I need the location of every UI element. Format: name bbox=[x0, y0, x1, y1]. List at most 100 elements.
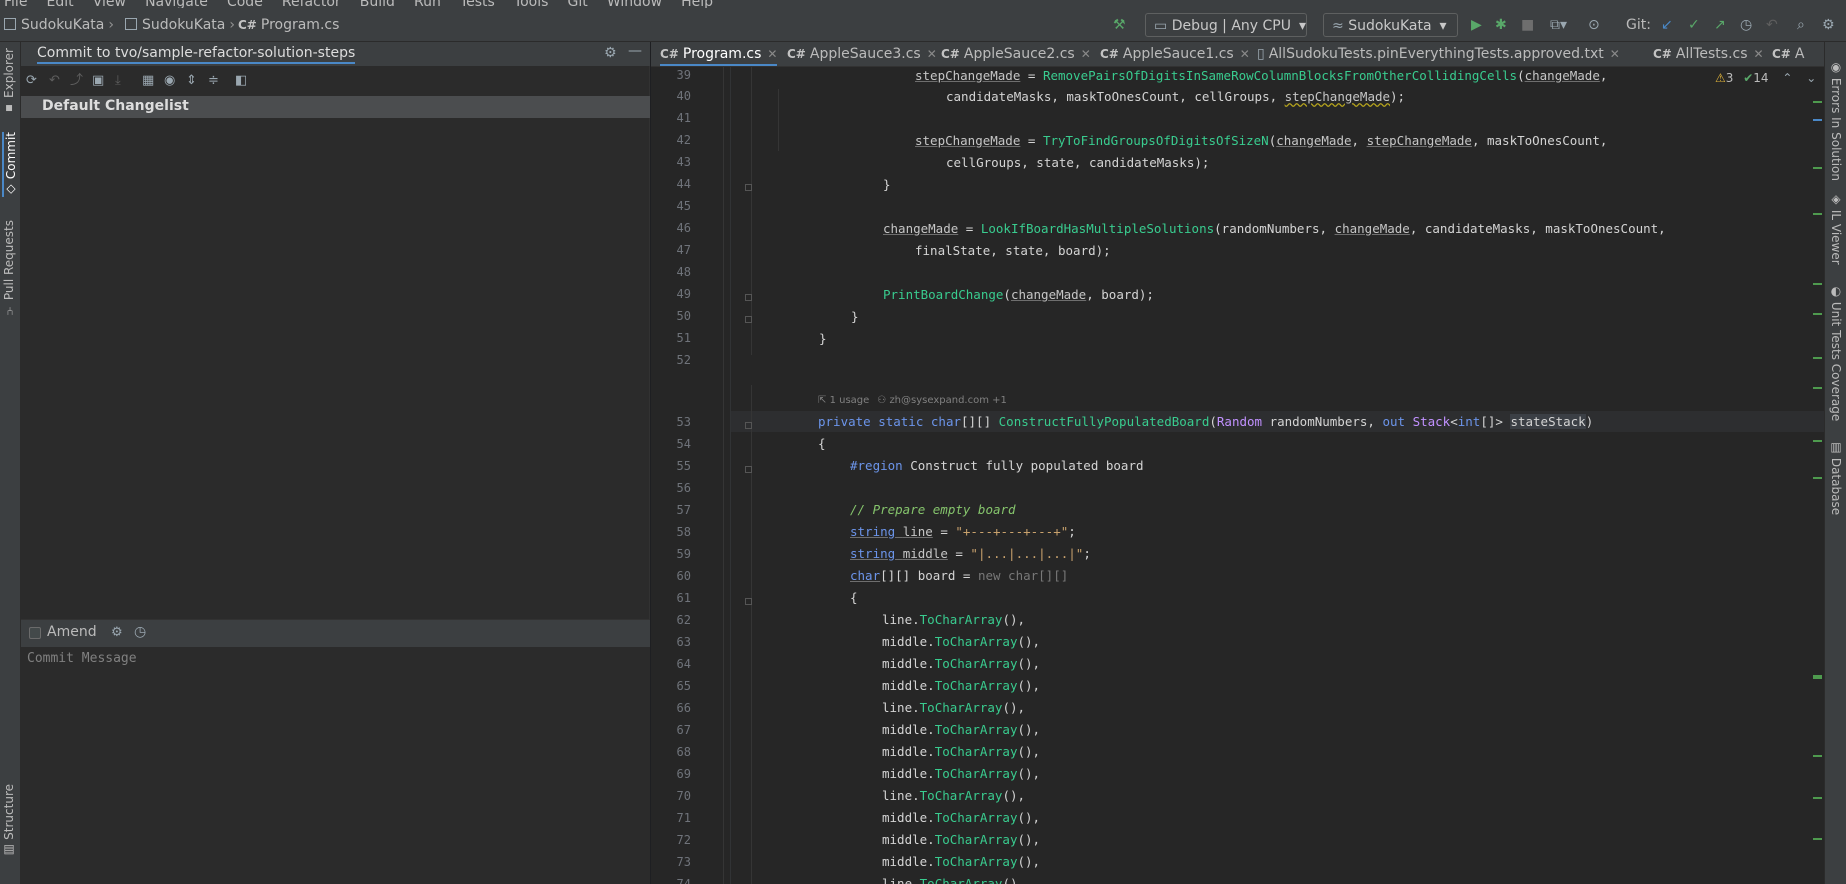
git-update-icon[interactable]: ↙ bbox=[1661, 18, 1673, 32]
tool-tab-explorer[interactable]: ▪ Explorer bbox=[2, 48, 16, 116]
close-icon[interactable]: ✕ bbox=[927, 47, 937, 61]
menu-tools[interactable]: Tools bbox=[514, 0, 549, 8]
breadcrumb-solution[interactable]: SudokuKata › bbox=[4, 17, 114, 33]
refresh-icon[interactable]: ⟳ bbox=[26, 74, 37, 87]
menu-refactor[interactable]: Refactor bbox=[282, 0, 341, 8]
gear-icon[interactable]: ⚙ bbox=[604, 45, 617, 61]
configuration-selector[interactable]: ▭ Debug | Any CPU ▾ bbox=[1145, 13, 1307, 37]
scrollbar-marker[interactable] bbox=[1813, 101, 1822, 103]
scrollbar-marker[interactable] bbox=[1813, 440, 1822, 442]
menu-file[interactable]: File bbox=[4, 0, 27, 8]
tab-alltests-cs[interactable]: C# AllTests.cs ✕ bbox=[1653, 42, 1764, 66]
fold-marker[interactable] bbox=[745, 466, 752, 473]
project-icon bbox=[125, 18, 137, 30]
changelist-row[interactable]: Default Changelist bbox=[21, 96, 650, 118]
close-icon[interactable]: ✕ bbox=[1610, 47, 1620, 61]
scrollbar-marker[interactable] bbox=[1813, 357, 1822, 359]
git-commit-icon[interactable]: ✓ bbox=[1688, 18, 1700, 32]
minimize-icon[interactable]: — bbox=[628, 43, 642, 59]
git-push-icon[interactable]: ↗ bbox=[1714, 18, 1726, 32]
tool-tab-errors-in-solution[interactable]: ◉ Errors In Solution bbox=[1829, 60, 1843, 181]
scrollbar-marker[interactable] bbox=[1813, 675, 1822, 679]
close-icon[interactable]: ✕ bbox=[1081, 47, 1091, 61]
preview-diff-icon[interactable]: ◧ bbox=[235, 74, 247, 87]
settings-icon[interactable]: ⚙ bbox=[1822, 18, 1835, 32]
tab-applesauce2-cs[interactable]: C# AppleSauce2.cs ✕ bbox=[941, 42, 1091, 66]
view-options-icon[interactable]: ◉ bbox=[164, 74, 175, 87]
group-by-icon[interactable]: ▦ bbox=[142, 74, 154, 87]
expand-all-icon[interactable]: ⇕ bbox=[186, 74, 197, 87]
tool-tab-database[interactable]: ▥ Database bbox=[1829, 440, 1843, 515]
tool-tab-commit[interactable]: ◇ Commit bbox=[2, 132, 18, 197]
menu-tests[interactable]: Tests bbox=[460, 0, 495, 8]
menu-code[interactable]: Code bbox=[227, 0, 263, 8]
csharp-file-icon: C# bbox=[1653, 47, 1672, 61]
amend-checkbox[interactable] bbox=[29, 627, 41, 639]
close-icon[interactable]: ✕ bbox=[1754, 47, 1764, 61]
code-line-57: // Prepare empty board bbox=[850, 502, 1016, 517]
fold-marker[interactable] bbox=[745, 184, 752, 191]
code-editor[interactable]: ⚠3 ✔14 ⌃ ⌄ 39 40 41 42 43 44 45 46 47 48… bbox=[651, 67, 1824, 884]
commit-panel-title[interactable]: Commit to tvo/sample-refactor-solution-s… bbox=[37, 45, 356, 64]
profiler-icon[interactable]: ⊙ bbox=[1588, 18, 1600, 32]
git-history-icon[interactable]: ◷ bbox=[1740, 18, 1752, 32]
inspection-widget[interactable]: ⚠3 ✔14 ⌃ ⌄ bbox=[1715, 71, 1816, 85]
tab-overflow[interactable]: C# A bbox=[1772, 42, 1804, 66]
scrollbar-marker[interactable] bbox=[1813, 755, 1822, 757]
scrollbar-marker[interactable] bbox=[1813, 313, 1822, 315]
menu-run[interactable]: Run bbox=[414, 0, 441, 8]
move-changes-icon[interactable]: ⤴ bbox=[70, 74, 83, 87]
scrollbar-marker[interactable] bbox=[1813, 119, 1822, 121]
menu-view[interactable]: View bbox=[93, 0, 126, 8]
menu-build[interactable]: Build bbox=[360, 0, 395, 8]
tab-applesauce1-cs[interactable]: C# AppleSauce1.cs ✕ bbox=[1100, 42, 1250, 66]
scrollbar-marker[interactable] bbox=[1813, 838, 1822, 840]
line-number: 50 bbox=[676, 309, 691, 323]
tab-approved-txt[interactable]: ▯ AllSudokuTests.pinEverythingTests.appro… bbox=[1257, 42, 1620, 66]
menu-help[interactable]: Help bbox=[681, 0, 713, 8]
code-vision-hint[interactable]: ⇱ 1 usage ⚇ zh@sysexpand.com +1 bbox=[818, 395, 1007, 406]
tool-tab-pull-requests[interactable]: ⑂ Pull Requests bbox=[2, 220, 16, 316]
collapse-all-icon[interactable]: ≑ bbox=[208, 74, 219, 87]
build-hammer-icon[interactable]: ⚒ bbox=[1113, 18, 1126, 32]
coverage-icon[interactable]: ⧉▾ bbox=[1550, 18, 1567, 32]
fold-marker[interactable] bbox=[745, 598, 752, 605]
menu-edit[interactable]: Edit bbox=[47, 0, 74, 8]
menu-git[interactable]: Git bbox=[568, 0, 588, 8]
tool-tab-unit-tests-coverage[interactable]: ◐ Unit Tests Coverage bbox=[1829, 284, 1843, 421]
scrollbar-marker[interactable] bbox=[1813, 477, 1822, 479]
menu-navigate[interactable]: Navigate bbox=[145, 0, 208, 8]
chevron-down-icon[interactable]: ⌄ bbox=[1806, 71, 1816, 85]
close-icon[interactable]: ✕ bbox=[1240, 47, 1250, 61]
breadcrumb-file[interactable]: C# Program.cs bbox=[238, 17, 339, 33]
gear-icon[interactable]: ⚙ bbox=[111, 625, 123, 640]
run-icon[interactable]: ▶ bbox=[1471, 18, 1482, 32]
diff-icon[interactable]: ▣ bbox=[92, 74, 104, 87]
git-rollback-icon[interactable]: ↶ bbox=[1766, 18, 1778, 32]
scrollbar-marker[interactable] bbox=[1813, 167, 1822, 169]
chevron-up-icon[interactable]: ⌃ bbox=[1782, 71, 1792, 85]
debug-icon[interactable]: ✱ bbox=[1495, 18, 1507, 32]
tool-tab-il-viewer[interactable]: ◈ IL Viewer bbox=[1829, 192, 1843, 265]
run-target-selector[interactable]: ≈ SudokuKata ▾ bbox=[1323, 13, 1458, 37]
shelve-icon[interactable]: ⤓ bbox=[115, 74, 121, 87]
commit-panel: Commit to tvo/sample-refactor-solution-s… bbox=[21, 42, 650, 884]
scrollbar-marker[interactable] bbox=[1813, 213, 1822, 215]
menu-window[interactable]: Window bbox=[607, 0, 662, 8]
scrollbar-marker[interactable] bbox=[1813, 283, 1822, 285]
rollback-icon[interactable]: ↶ bbox=[49, 74, 60, 87]
scrollbar-marker[interactable] bbox=[1813, 797, 1822, 799]
fold-marker[interactable] bbox=[745, 294, 752, 301]
fold-marker[interactable] bbox=[745, 316, 752, 323]
scrollbar-marker[interactable] bbox=[1813, 387, 1822, 389]
search-icon[interactable]: ⌕ bbox=[1797, 18, 1805, 32]
commit-message-input[interactable]: Commit Message bbox=[21, 647, 650, 884]
tool-tab-structure[interactable]: ▤ Structure bbox=[2, 784, 16, 858]
tab-program-cs[interactable]: C# Program.cs ✕ bbox=[660, 42, 778, 66]
tab-applesauce3-cs[interactable]: C# AppleSauce3.cs ✕ bbox=[787, 42, 937, 66]
history-icon[interactable]: ◷ bbox=[134, 624, 146, 640]
close-icon[interactable]: ✕ bbox=[767, 47, 777, 61]
stop-icon[interactable]: ■ bbox=[1521, 18, 1534, 32]
fold-marker[interactable] bbox=[745, 422, 752, 429]
breadcrumb-project[interactable]: SudokuKata › bbox=[125, 17, 235, 33]
